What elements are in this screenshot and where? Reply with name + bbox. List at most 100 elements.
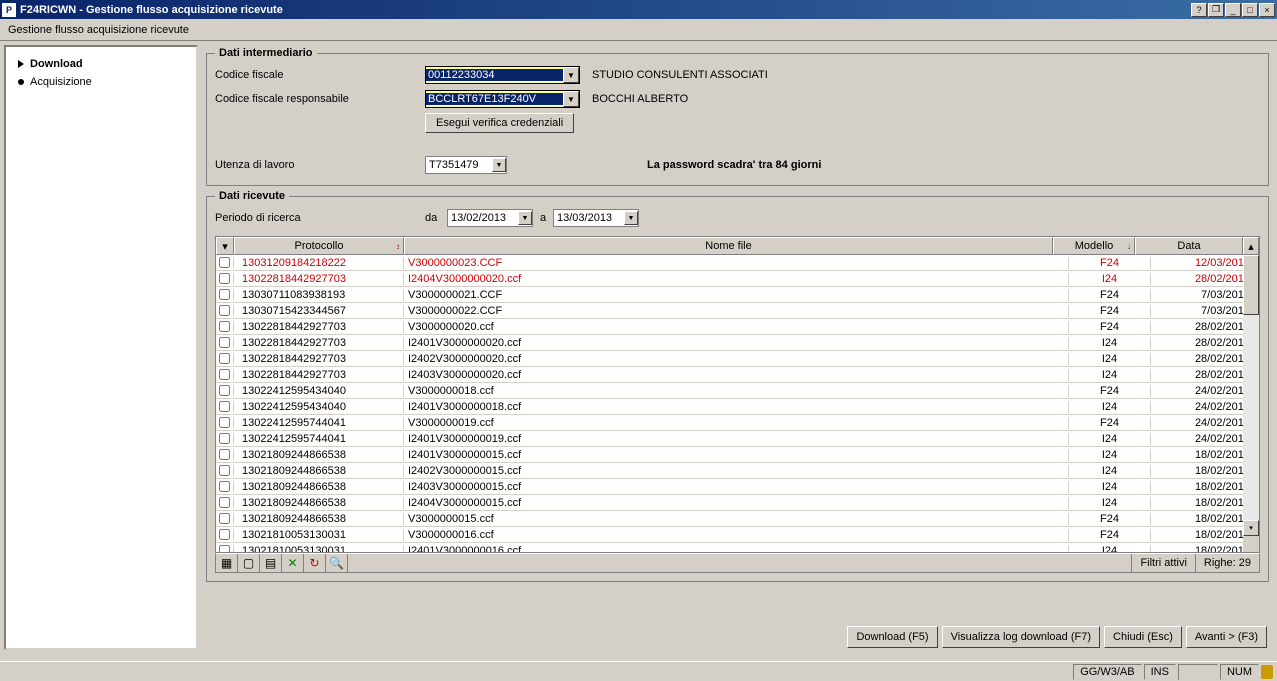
table-row[interactable]: 13021809244866538I2404V3000000015.ccfI24… <box>216 495 1259 511</box>
download-button[interactable]: Download (F5) <box>847 626 937 648</box>
maximize-icon[interactable]: □ <box>1242 3 1258 17</box>
row-checkbox[interactable] <box>219 305 230 316</box>
tool-search-icon[interactable]: 🔍 <box>326 554 348 572</box>
help-icon[interactable]: ? <box>1191 3 1207 17</box>
date-from-value: 13/02/2013 <box>448 212 518 224</box>
row-checkbox[interactable] <box>219 273 230 284</box>
sidebar-item-label: Acquisizione <box>30 76 92 88</box>
table-row[interactable]: 13022412595434040I2401V3000000018.ccfI24… <box>216 399 1259 415</box>
row-checkbox[interactable] <box>219 449 230 460</box>
table-row[interactable]: 13021809244866538I2401V3000000015.ccfI24… <box>216 447 1259 463</box>
arrow-right-icon <box>18 60 24 68</box>
window-title: F24RICWN - Gestione flusso acquisizione … <box>20 4 1191 16</box>
cell-protocollo: 13022412595744041 <box>234 433 404 445</box>
bullet-icon <box>18 79 24 85</box>
page-heading: Gestione flusso acquisizione ricevute <box>8 24 189 36</box>
select-cf-responsabile[interactable]: BCCLRT67E13F240V ▼ <box>425 90 580 108</box>
col-checkbox[interactable]: ▾ <box>216 237 234 255</box>
cell-modello: F24 <box>1069 321 1151 333</box>
tool-refresh-icon[interactable]: ↻ <box>304 554 326 572</box>
table-row[interactable]: 13022818442927703V3000000020.ccfF2428/02… <box>216 319 1259 335</box>
row-checkbox[interactable] <box>219 337 230 348</box>
table-row[interactable]: 13021810053130031V3000000016.ccfF2418/02… <box>216 527 1259 543</box>
scroll-up-icon[interactable]: ▴ <box>1243 237 1259 255</box>
tool-deselect-icon[interactable]: ▢ <box>238 554 260 572</box>
cell-protocollo: 13021810053130031 <box>234 529 404 541</box>
cell-nomefile: I2401V3000000019.ccf <box>404 433 1069 445</box>
vertical-scrollbar[interactable]: ▾ <box>1243 255 1259 552</box>
close-button[interactable]: Chiudi (Esc) <box>1104 626 1182 648</box>
cell-modello: I24 <box>1069 465 1151 477</box>
col-data[interactable]: Data <box>1135 237 1243 255</box>
sidebar-item-download[interactable]: Download <box>10 55 192 73</box>
row-checkbox[interactable] <box>219 385 230 396</box>
cell-modello: F24 <box>1069 385 1151 397</box>
status-ins: INS <box>1144 664 1176 680</box>
table-row[interactable]: 13021809244866538I2403V3000000015.ccfI24… <box>216 479 1259 495</box>
cell-protocollo: 13022818442927703 <box>234 353 404 365</box>
sidebar-item-acquisizione[interactable]: Acquisizione <box>10 73 192 91</box>
row-checkbox[interactable] <box>219 289 230 300</box>
row-checkbox[interactable] <box>219 353 230 364</box>
row-checkbox[interactable] <box>219 417 230 428</box>
row-checkbox[interactable] <box>219 497 230 508</box>
row-checkbox[interactable] <box>219 545 230 552</box>
tool-export-excel-icon[interactable]: ✕ <box>282 554 304 572</box>
table-row[interactable]: 13021810053130031I2401V3000000016.ccfI24… <box>216 543 1259 552</box>
table-row[interactable]: 13030715423344567V3000000022.CCFF247/03/… <box>216 303 1259 319</box>
input-date-to[interactable]: 13/03/2013 ▼ <box>553 209 639 227</box>
table-row[interactable]: 13022412595744041I2401V3000000019.ccfI24… <box>216 431 1259 447</box>
cell-modello: I24 <box>1069 273 1151 285</box>
row-checkbox[interactable] <box>219 513 230 524</box>
cell-nomefile: I2401V3000000016.ccf <box>404 545 1069 553</box>
cell-protocollo: 13021809244866538 <box>234 497 404 509</box>
cell-modello: F24 <box>1069 289 1151 301</box>
col-protocollo[interactable]: Protocollo ↕ <box>234 237 404 255</box>
table-row[interactable]: 13021809244866538I2402V3000000015.ccfI24… <box>216 463 1259 479</box>
chevron-down-icon[interactable]: ▼ <box>492 158 506 172</box>
chevron-down-icon[interactable]: ▼ <box>563 91 579 107</box>
table-row[interactable]: 13022412595434040V3000000018.ccfF2424/02… <box>216 383 1259 399</box>
row-checkbox[interactable] <box>219 433 230 444</box>
table-row[interactable]: 13022818442927703I2401V3000000020.ccfI24… <box>216 335 1259 351</box>
input-utenza[interactable]: T7351479 ▼ <box>425 156 507 174</box>
tool-select-all-icon[interactable]: ▦ <box>216 554 238 572</box>
table-row[interactable]: 13031209184218222V3000000023.CCFF2412/03… <box>216 255 1259 271</box>
verify-credentials-button[interactable]: Esegui verifica credenziali <box>425 113 574 133</box>
col-modello[interactable]: Modello ↓ <box>1053 237 1135 255</box>
cell-nomefile: I2403V3000000015.ccf <box>404 481 1069 493</box>
select-codice-fiscale[interactable]: 00112233034 ▼ <box>425 66 580 84</box>
window-icon[interactable]: ❐ <box>1208 3 1224 17</box>
next-button[interactable]: Avanti > (F3) <box>1186 626 1267 648</box>
chevron-down-icon[interactable]: ▼ <box>563 67 579 83</box>
cell-modello: F24 <box>1069 257 1151 269</box>
col-nomefile[interactable]: Nome file <box>404 237 1053 255</box>
scroll-thumb[interactable] <box>1243 255 1259 315</box>
scroll-down-icon[interactable]: ▾ <box>1243 520 1259 536</box>
minimize-icon[interactable]: _ <box>1225 3 1241 17</box>
row-checkbox[interactable] <box>219 257 230 268</box>
chevron-down-icon[interactable]: ▼ <box>518 211 532 225</box>
row-checkbox[interactable] <box>219 321 230 332</box>
viewlog-button[interactable]: Visualizza log download (F7) <box>942 626 1100 648</box>
row-checkbox[interactable] <box>219 401 230 412</box>
tool-grid-icon[interactable]: ▤ <box>260 554 282 572</box>
table-row[interactable]: 13022818442927703I2402V3000000020.ccfI24… <box>216 351 1259 367</box>
cell-modello: I24 <box>1069 481 1151 493</box>
filter-status[interactable]: Filtri attivi <box>1131 554 1194 572</box>
chevron-down-icon[interactable]: ▼ <box>624 211 638 225</box>
table-row[interactable]: 13030711083938193V3000000021.CCFF247/03/… <box>216 287 1259 303</box>
table-row[interactable]: 13022818442927703I2403V3000000020.ccfI24… <box>216 367 1259 383</box>
input-date-from[interactable]: 13/02/2013 ▼ <box>447 209 533 227</box>
table-row[interactable]: 13022412595744041V3000000019.ccfF2424/02… <box>216 415 1259 431</box>
table-row[interactable]: 13021809244866538V3000000015.ccfF2418/02… <box>216 511 1259 527</box>
row-checkbox[interactable] <box>219 465 230 476</box>
row-checkbox[interactable] <box>219 369 230 380</box>
cell-modello: F24 <box>1069 305 1151 317</box>
row-checkbox[interactable] <box>219 481 230 492</box>
table-row[interactable]: 13022818442927703I2404V3000000020.ccfI24… <box>216 271 1259 287</box>
close-icon[interactable]: × <box>1259 3 1275 17</box>
cell-nomefile: I2401V3000000015.ccf <box>404 449 1069 461</box>
cell-nomefile: I2402V3000000015.ccf <box>404 465 1069 477</box>
row-checkbox[interactable] <box>219 529 230 540</box>
